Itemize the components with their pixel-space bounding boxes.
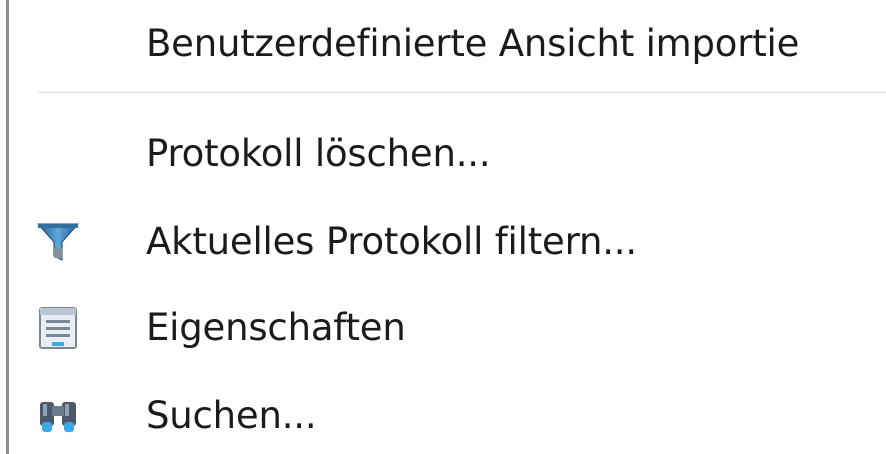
menu-item-search[interactable]: Suchen... [12, 372, 886, 454]
menu-item-clear-log[interactable]: Protokoll löschen... [12, 110, 886, 198]
menu-item-filter-current-log[interactable]: Aktuelles Protokoll filtern... [12, 198, 886, 286]
context-menu: Benutzerdefinierte Ansicht importie Prot… [0, 0, 886, 454]
menu-item-label: Suchen... [146, 394, 317, 437]
binoculars-icon [34, 392, 82, 440]
menu-separator [38, 92, 886, 93]
filter-funnel-icon [34, 218, 82, 266]
menu-item-label: Aktuelles Protokoll filtern... [146, 220, 637, 263]
menu-item-label: Protokoll löschen... [146, 132, 491, 175]
menu-left-border [6, 0, 9, 454]
menu-item-label: Eigenschaften [146, 306, 406, 349]
menu-item-properties[interactable]: Eigenschaften [12, 284, 886, 372]
menu-item-label: Benutzerdefinierte Ansicht importie [146, 22, 800, 65]
properties-window-icon [34, 304, 82, 352]
menu-item-import-custom-view[interactable]: Benutzerdefinierte Ansicht importie [12, 0, 886, 88]
